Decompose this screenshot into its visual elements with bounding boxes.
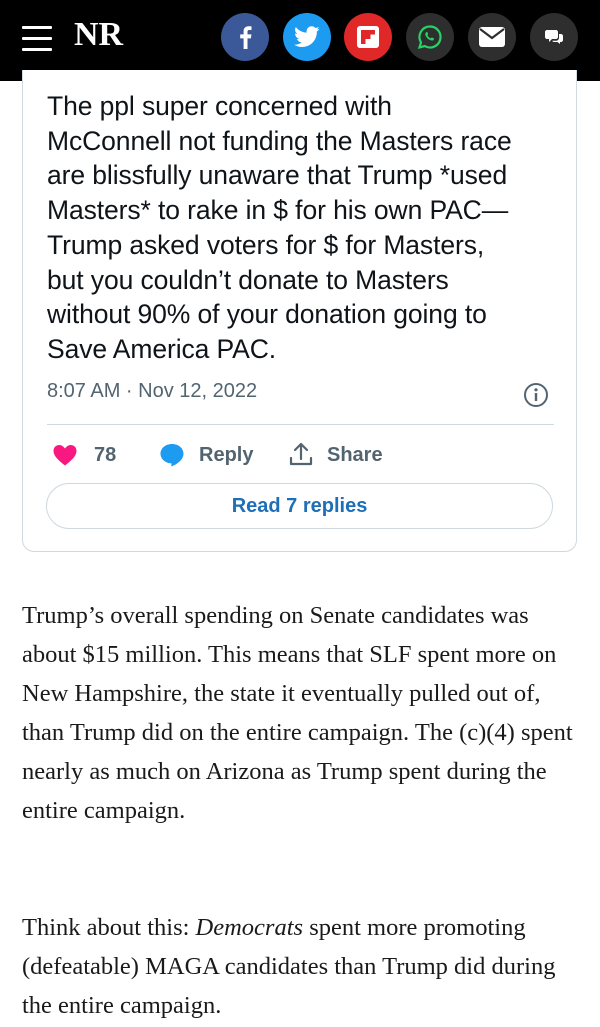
flipboard-icon	[357, 26, 379, 48]
comments-button[interactable]	[530, 13, 578, 61]
reply-label: Reply	[199, 443, 254, 466]
reply-button[interactable]: Reply	[159, 438, 253, 472]
share-label: Share	[327, 443, 383, 466]
top-bar: NR	[0, 0, 600, 81]
hamburger-menu-icon[interactable]	[22, 26, 52, 52]
email-icon	[479, 27, 505, 47]
tweet-text: The ppl super concerned with McConnell n…	[47, 91, 512, 364]
whatsapp-share-button[interactable]	[406, 13, 454, 61]
tweet-actions: 78 Reply Share	[47, 438, 554, 472]
twitter-share-button[interactable]	[283, 13, 331, 61]
facebook-icon	[240, 26, 252, 49]
share-upload-icon	[289, 442, 313, 466]
tweet-divider	[47, 424, 554, 425]
info-icon[interactable]	[523, 382, 549, 408]
article-paragraph: Think about this: Democrats spent more p…	[22, 908, 582, 1025]
site-logo[interactable]: NR	[74, 16, 123, 54]
read-replies-button[interactable]: Read 7 replies	[46, 483, 553, 529]
paragraph-text: Think about this:	[22, 914, 196, 941]
like-count: 78	[94, 443, 117, 466]
article-paragraph: Trump’s overall spending on Senate candi…	[22, 602, 573, 824]
heart-icon	[53, 445, 77, 466]
tweet-timestamp[interactable]: 8:07 AM · Nov 12, 2022	[47, 380, 257, 403]
like-button[interactable]: 78	[52, 438, 116, 472]
flipboard-share-button[interactable]	[344, 13, 392, 61]
emphasis-text: Democrats	[195, 914, 304, 941]
reply-icon	[160, 444, 184, 467]
twitter-icon	[294, 26, 320, 47]
share-tweet-button[interactable]: Share	[289, 438, 383, 472]
comments-icon	[545, 30, 563, 44]
facebook-share-button[interactable]	[221, 13, 269, 61]
email-share-button[interactable]	[468, 13, 516, 61]
whatsapp-icon	[417, 25, 442, 50]
